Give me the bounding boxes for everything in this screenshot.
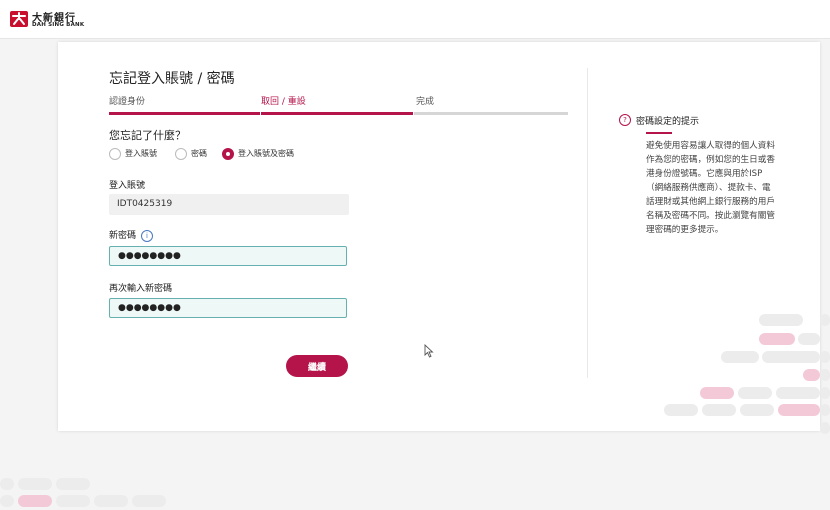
radio-button[interactable] xyxy=(109,148,121,160)
decorative-pill xyxy=(803,369,820,381)
decorative-pill xyxy=(94,495,128,507)
reenter-password-field[interactable] xyxy=(109,298,347,318)
forgot-options: 登入賬號 密碼 登入賬號及密碼 xyxy=(109,147,369,161)
new-password-label-text: 新密碼 xyxy=(109,231,137,241)
decorative-pill xyxy=(820,314,830,326)
radio-label: 登入賬號 xyxy=(125,149,157,158)
question-icon: ? xyxy=(619,114,631,126)
tips-body: 避免使用容易讓人取得的個人資料作為您的密碼，例如您的生日或香港身份證號碼。它應與… xyxy=(646,141,775,235)
mouse-cursor-icon xyxy=(424,344,434,358)
decorative-pill xyxy=(759,314,803,326)
forgot-question: 您忘記了什麼？ xyxy=(109,129,186,142)
decorative-pill xyxy=(820,369,830,381)
decorative-pill xyxy=(56,478,90,490)
decorative-pill xyxy=(0,495,14,507)
decorative-pill xyxy=(56,495,90,507)
tips-underline xyxy=(646,132,672,134)
account-field: IDT0425319 xyxy=(109,194,349,215)
decorative-pill xyxy=(762,351,820,363)
decorative-pill xyxy=(740,404,774,416)
decorative-pill xyxy=(820,387,830,399)
radio-password[interactable]: 密碼 xyxy=(175,147,221,161)
column-divider xyxy=(587,68,588,378)
decorative-pill xyxy=(721,351,759,363)
radio-account[interactable]: 登入賬號 xyxy=(109,147,169,161)
decorative-pill xyxy=(798,333,820,345)
bank-name-english: DAH SING BANK xyxy=(32,22,85,28)
new-password-label: 新密碼 i xyxy=(109,228,154,242)
decorative-pill xyxy=(820,404,830,416)
decorative-pill xyxy=(132,495,166,507)
decorative-pill xyxy=(702,404,736,416)
continue-button[interactable]: 繼續 xyxy=(286,355,348,377)
decorative-pill xyxy=(820,351,830,363)
main-card: 忘記登入賬號 / 密碼 認證身份 取回 / 重設 完成 您忘記了什麼？ 登入賬號… xyxy=(58,42,820,431)
decorative-pill xyxy=(18,478,52,490)
step-progress-3 xyxy=(414,112,568,115)
decorative-pill xyxy=(700,387,734,399)
decorative-pill xyxy=(778,404,820,416)
step-complete: 完成 xyxy=(416,97,435,107)
radio-button-selected[interactable] xyxy=(222,148,234,160)
radio-account-and-password[interactable]: 登入賬號及密碼 xyxy=(222,147,362,161)
step-progress-1 xyxy=(109,112,260,115)
step-verify-identity: 認證身份 xyxy=(109,97,146,107)
account-value: IDT0425319 xyxy=(117,199,173,209)
decorative-pill xyxy=(18,495,52,507)
step-progress-2 xyxy=(261,112,413,115)
decorative-pill xyxy=(0,478,14,490)
account-label: 登入賬號 xyxy=(109,181,146,191)
reenter-password-label: 再次輸入新密碼 xyxy=(109,284,173,294)
tips-title: 密碼設定的提示 xyxy=(636,117,700,127)
radio-label: 密碼 xyxy=(191,149,207,158)
decorative-pill xyxy=(820,422,830,434)
info-icon[interactable]: i xyxy=(141,229,154,242)
new-password-field[interactable] xyxy=(109,246,347,266)
decorative-pill xyxy=(738,387,772,399)
dah-sing-logo-icon xyxy=(10,11,28,27)
top-bar: 大新銀行 DAH SING BANK xyxy=(0,0,830,39)
decorative-pill xyxy=(776,387,820,399)
page-title: 忘記登入賬號 / 密碼 xyxy=(109,71,235,87)
decorative-pill xyxy=(664,404,698,416)
decorative-pill xyxy=(759,333,795,345)
step-retrieve-reset: 取回 / 重設 xyxy=(261,97,306,107)
radio-button[interactable] xyxy=(175,148,187,160)
radio-label: 登入賬號及密碼 xyxy=(238,149,294,158)
